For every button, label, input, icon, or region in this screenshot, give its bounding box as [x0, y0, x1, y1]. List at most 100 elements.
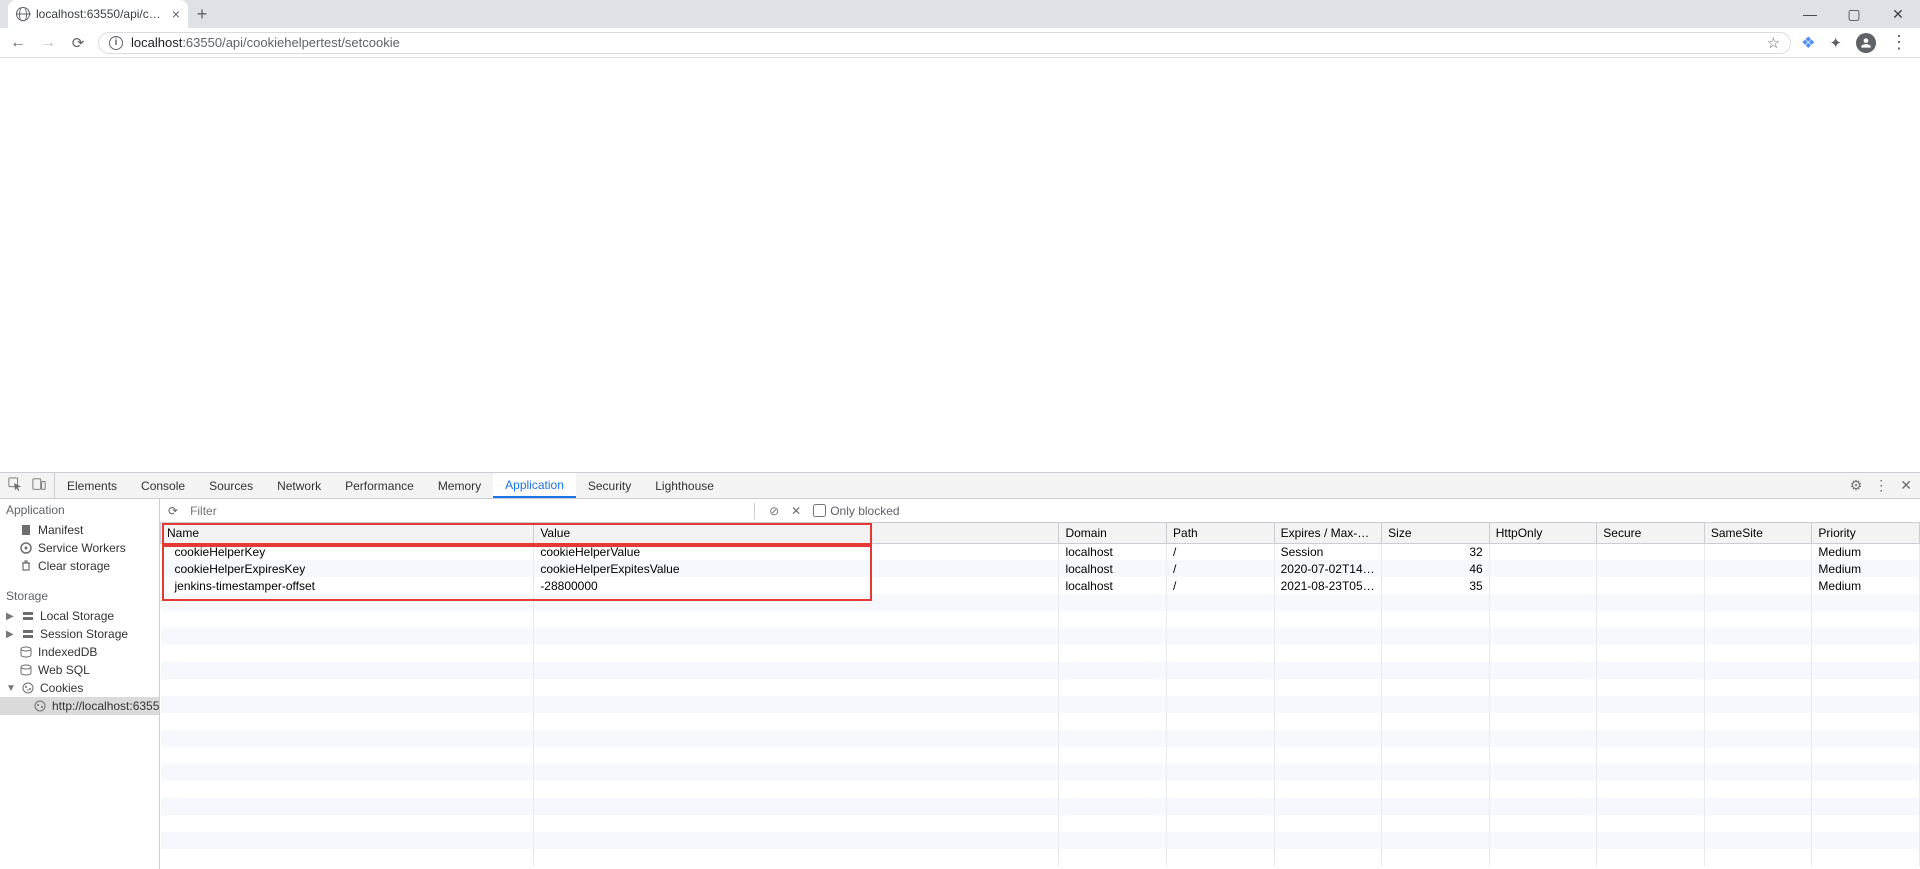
clear-all-icon[interactable]: ⊘ [763, 504, 785, 518]
col-value[interactable]: Value [534, 523, 1059, 543]
refresh-cookies-icon[interactable]: ⟳ [160, 504, 186, 518]
table-row [161, 781, 1920, 798]
tab-network[interactable]: Network [265, 473, 333, 498]
tab-memory[interactable]: Memory [426, 473, 493, 498]
cookies-toolbar: ⟳ ⊘ ✕ Only blocked [160, 499, 1920, 523]
cell-secure[interactable] [1597, 560, 1705, 577]
cell-domain[interactable]: localhost [1059, 560, 1167, 577]
extensions-puzzle-icon[interactable]: ✦ [1829, 34, 1842, 52]
col-size[interactable]: Size [1382, 523, 1490, 543]
device-toolbar-icon[interactable] [32, 477, 46, 494]
back-button[interactable]: ← [8, 34, 28, 52]
tree-toggle-icon[interactable]: ▶ [6, 611, 16, 622]
tab-performance[interactable]: Performance [333, 473, 426, 498]
profile-avatar-icon[interactable] [1856, 33, 1876, 53]
cell-priority[interactable]: Medium [1812, 577, 1920, 594]
table-row[interactable]: cookieHelperExpiresKeycookieHelperExpite… [161, 560, 1920, 577]
cell-domain[interactable]: localhost [1059, 577, 1167, 594]
only-blocked-checkbox[interactable]: Only blocked [807, 504, 899, 518]
col-expires[interactable]: Expires / Max-A... [1274, 523, 1382, 543]
table-row [161, 679, 1920, 696]
sidebar-item-manifest[interactable]: Manifest [0, 521, 159, 539]
bookmark-star-icon[interactable]: ☆ [1767, 34, 1780, 52]
col-name[interactable]: Name [161, 523, 534, 543]
devtools-close-icon[interactable]: ✕ [1900, 477, 1912, 494]
forward-button[interactable]: → [38, 34, 58, 52]
tab-lighthouse[interactable]: Lighthouse [643, 473, 726, 498]
col-secure[interactable]: Secure [1597, 523, 1705, 543]
cell-httponly[interactable] [1489, 577, 1597, 594]
cell-path[interactable]: / [1167, 560, 1275, 577]
new-tab-button[interactable]: + [188, 0, 216, 28]
only-blocked-input[interactable] [813, 504, 826, 517]
col-path[interactable]: Path [1167, 523, 1275, 543]
cell-priority[interactable]: Medium [1812, 543, 1920, 560]
cell-value[interactable]: -28800000 [534, 577, 1059, 594]
reload-button[interactable]: ⟳ [68, 34, 88, 52]
application-sidebar: Application Manifest Service Workers Cle… [0, 499, 160, 869]
cell-secure[interactable] [1597, 543, 1705, 560]
cell-samesite[interactable] [1704, 577, 1812, 594]
cell-secure[interactable] [1597, 577, 1705, 594]
col-priority[interactable]: Priority [1812, 523, 1920, 543]
tab-security[interactable]: Security [576, 473, 643, 498]
cell-name[interactable]: jenkins-timestamper-offset [161, 577, 534, 594]
cell-expires[interactable]: 2020-07-02T14:... [1274, 560, 1382, 577]
sidebar-item-cookie-origin[interactable]: http://localhost:63550 [0, 697, 159, 715]
browser-menu-icon[interactable]: ⋮ [1890, 32, 1908, 53]
devtools-menu-icon[interactable]: ⋮ [1874, 477, 1888, 494]
tab-console[interactable]: Console [129, 473, 197, 498]
minimize-button[interactable]: — [1788, 0, 1832, 28]
sidebar-item-indexeddb[interactable]: IndexedDB [0, 643, 159, 661]
cell-httponly[interactable] [1489, 560, 1597, 577]
sidebar-item-session-storage[interactable]: ▶ Session Storage [0, 625, 159, 643]
filter-input[interactable] [186, 501, 746, 521]
tree-toggle-icon[interactable]: ▶ [6, 629, 16, 640]
table-row [161, 696, 1920, 713]
devtools-tabbar: Elements Console Sources Network Perform… [0, 473, 1920, 499]
cell-httponly[interactable] [1489, 543, 1597, 560]
cell-size[interactable]: 35 [1382, 577, 1490, 594]
inspect-element-icon[interactable] [8, 477, 22, 494]
sidebar-item-service-workers[interactable]: Service Workers [0, 539, 159, 557]
browser-tab[interactable]: localhost:63550/api/cookiehel × [8, 0, 188, 28]
cell-value[interactable]: cookieHelperExpitesValue [534, 560, 1059, 577]
sidebar-resize-handle[interactable] [155, 499, 159, 869]
sidebar-item-websql[interactable]: Web SQL [0, 661, 159, 679]
table-row[interactable]: jenkins-timestamper-offset-28800000local… [161, 577, 1920, 594]
cell-name[interactable]: cookieHelperKey [161, 543, 534, 560]
tab-elements[interactable]: Elements [55, 473, 129, 498]
devtools-settings-icon[interactable]: ⚙ [1850, 477, 1863, 494]
sidebar-label: Session Storage [40, 627, 128, 641]
maximize-button[interactable]: ▢ [1832, 0, 1876, 28]
cell-path[interactable]: / [1167, 577, 1275, 594]
cell-name[interactable]: cookieHelperExpiresKey [161, 560, 534, 577]
cell-samesite[interactable] [1704, 560, 1812, 577]
tab-application[interactable]: Application [493, 473, 576, 498]
col-httponly[interactable]: HttpOnly [1489, 523, 1597, 543]
table-row[interactable]: cookieHelperKeycookieHelperValuelocalhos… [161, 543, 1920, 560]
tab-sources[interactable]: Sources [197, 473, 265, 498]
table-row [161, 645, 1920, 662]
delete-selected-icon[interactable]: ✕ [785, 504, 807, 518]
cell-size[interactable]: 32 [1382, 543, 1490, 560]
cell-priority[interactable]: Medium [1812, 560, 1920, 577]
close-window-button[interactable]: ✕ [1876, 0, 1920, 28]
close-tab-icon[interactable]: × [172, 6, 180, 22]
address-bar[interactable]: i localhost:63550/api/cookiehelpertest/s… [98, 32, 1791, 54]
tree-toggle-icon[interactable]: ▼ [6, 683, 16, 694]
sidebar-item-clear-storage[interactable]: Clear storage [0, 557, 159, 575]
cell-domain[interactable]: localhost [1059, 543, 1167, 560]
cell-expires[interactable]: Session [1274, 543, 1382, 560]
cell-expires[interactable]: 2021-08-23T05:... [1274, 577, 1382, 594]
cell-path[interactable]: / [1167, 543, 1275, 560]
col-domain[interactable]: Domain [1059, 523, 1167, 543]
col-samesite[interactable]: SameSite [1704, 523, 1812, 543]
sidebar-item-local-storage[interactable]: ▶ Local Storage [0, 607, 159, 625]
cell-value[interactable]: cookieHelperValue [534, 543, 1059, 560]
sidebar-item-cookies[interactable]: ▼ Cookies [0, 679, 159, 697]
extension-icon[interactable]: ❖ [1801, 33, 1815, 53]
cell-samesite[interactable] [1704, 543, 1812, 560]
site-info-icon[interactable]: i [109, 36, 123, 50]
cell-size[interactable]: 46 [1382, 560, 1490, 577]
